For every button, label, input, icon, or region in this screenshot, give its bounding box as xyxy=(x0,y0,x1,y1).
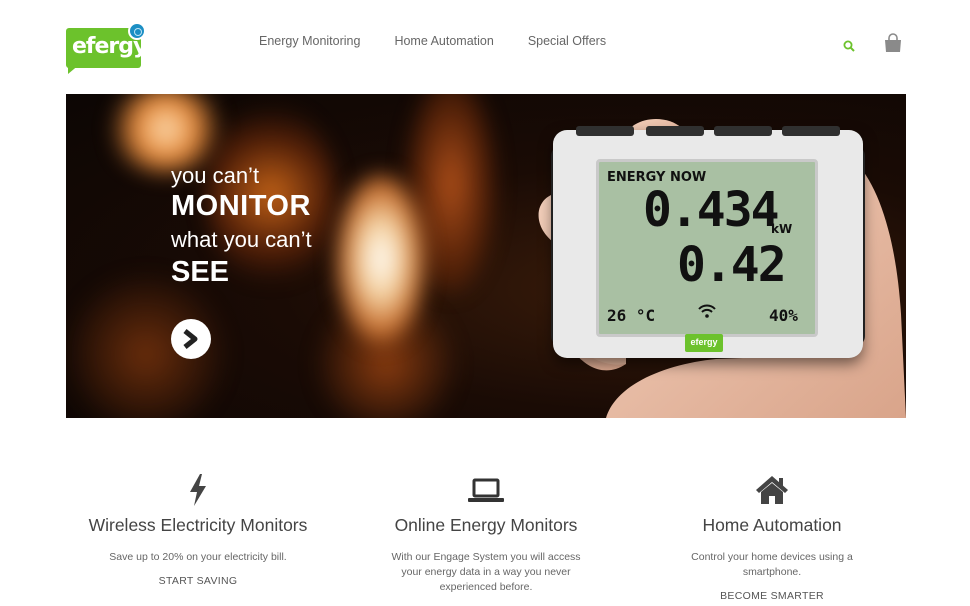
nav-home-automation[interactable]: Home Automation xyxy=(394,34,493,48)
hero-banner: you can’t MONITOR what you can’t SEE ENE… xyxy=(66,94,906,418)
feature-description: Save up to 20% on your electricity bill. xyxy=(109,551,287,563)
screen-temperature: 26 °C xyxy=(607,306,656,325)
device-screen: ENERGY NOW 0.434 kW 0.42 26 °C 40% xyxy=(596,159,818,337)
screen-humidity: 40% xyxy=(769,306,798,325)
wifi-icon xyxy=(698,304,716,318)
shopping-bag-icon[interactable] xyxy=(883,33,903,53)
screen-reading-secondary: 0.42 xyxy=(677,237,787,293)
logo-tail xyxy=(68,64,80,74)
feature-description: Control your home devices using a smartp… xyxy=(691,551,853,578)
feature-home-automation: Home Automation Control your home device… xyxy=(637,470,907,602)
screen-reading-primary: 0.434 xyxy=(643,182,779,238)
become-smarter-link[interactable]: BECOME SMARTER xyxy=(637,590,907,602)
search-icon[interactable] xyxy=(843,40,855,52)
hero-line-1: you can’t xyxy=(171,163,260,188)
bokeh-light xyxy=(106,94,226,174)
device-logo: efergy xyxy=(685,334,723,352)
logo-badge-icon xyxy=(128,22,146,40)
bokeh-light xyxy=(336,174,426,344)
device-button xyxy=(782,126,840,136)
feature-title: Home Automation xyxy=(702,515,842,535)
nav-special-offers[interactable]: Special Offers xyxy=(528,34,606,48)
house-icon xyxy=(756,476,788,504)
feature-title: Wireless Electricity Monitors xyxy=(88,515,308,535)
hero-headline: you can’t MONITOR what you can’t SEE xyxy=(171,164,312,287)
device-button xyxy=(714,126,772,136)
efergy-logo[interactable]: efergy xyxy=(66,22,148,74)
hero-next-button[interactable] xyxy=(171,319,211,359)
hero-line-3: what you can’t xyxy=(171,226,312,252)
feature-online-monitors: Online Energy Monitors With our Engage S… xyxy=(351,470,621,605)
laptop-icon xyxy=(468,478,504,502)
hero-line-4: SEE xyxy=(171,255,230,288)
device-button xyxy=(576,126,634,136)
main-nav: Energy Monitoring Home Automation Specia… xyxy=(259,34,606,48)
screen-unit: kW xyxy=(771,222,793,236)
feature-description: With our Engage System you will access y… xyxy=(391,551,581,593)
feature-title: Online Energy Monitors xyxy=(394,515,578,535)
start-saving-link[interactable]: START SAVING xyxy=(63,575,333,587)
feature-wireless-monitors: Wireless Electricity Monitors Save up to… xyxy=(63,470,333,587)
chevron-right-icon xyxy=(183,329,198,349)
lightning-icon xyxy=(190,474,206,506)
hero-line-2: MONITOR xyxy=(171,190,311,223)
nav-energy-monitoring[interactable]: Energy Monitoring xyxy=(259,34,360,48)
device-button xyxy=(646,126,704,136)
